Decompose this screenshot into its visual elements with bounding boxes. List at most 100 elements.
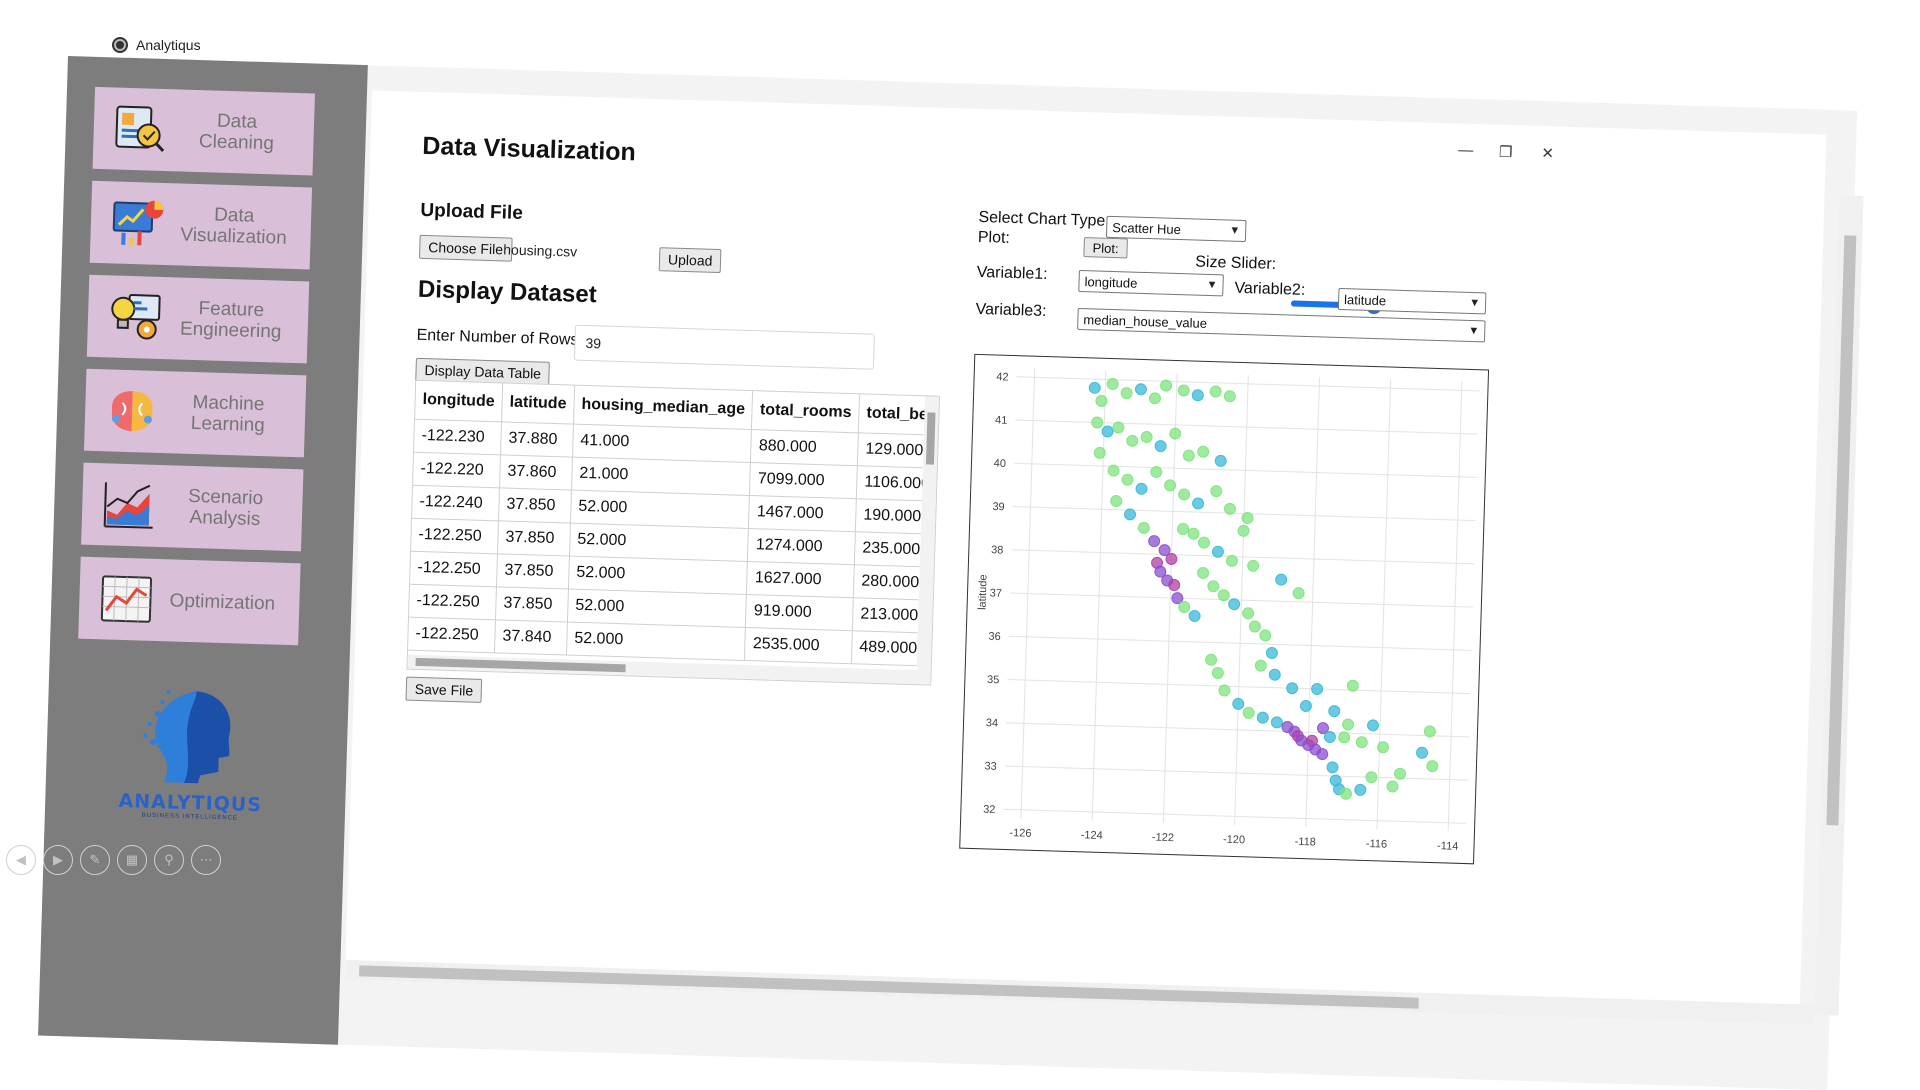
chevron-down-icon: ▼ xyxy=(1469,296,1481,310)
main-vertical-scrollbar[interactable] xyxy=(1814,195,1864,1016)
scatter-point xyxy=(1223,502,1236,515)
variable1-select[interactable]: longitude ▼ xyxy=(1078,269,1224,297)
slides-icon[interactable]: ▦ xyxy=(117,845,147,875)
sidebar-item-scenario-analysis[interactable]: Scenario Analysis xyxy=(81,462,304,552)
data-table-panel: longitude latitude housing_median_age to… xyxy=(406,379,941,686)
y-tick-label: 38 xyxy=(991,544,1004,556)
table-cell: 919.000 xyxy=(745,593,854,631)
scatter-point xyxy=(1177,384,1190,397)
plot-button[interactable]: Plot: xyxy=(1083,237,1128,259)
sidebar-item-feature-engineering[interactable]: Feature Engineering xyxy=(86,274,310,364)
scatter-point xyxy=(1299,699,1312,712)
scatter-point xyxy=(1377,741,1390,754)
sidebar-item-data-cleaning[interactable]: Data Cleaning xyxy=(92,86,315,176)
minimize-icon[interactable]: — xyxy=(1451,141,1482,159)
scatter-point xyxy=(1423,725,1436,738)
scatter-point xyxy=(1088,381,1101,394)
scatter-point xyxy=(1148,535,1161,548)
variable1-label: Variable1: xyxy=(976,263,1048,284)
scatter-point xyxy=(1137,521,1150,534)
table-cell: 41.000 xyxy=(572,423,752,463)
restore-icon[interactable]: ❐ xyxy=(1490,142,1521,161)
sidebar-item-label: Data Visualization xyxy=(180,204,288,249)
scatter-chart-svg: -126 -124 -122 -120 -118 -116 -114 42 41 40 39 38 37… xyxy=(977,368,1480,853)
y-tick-label: 37 xyxy=(990,587,1003,599)
y-tick-label: 39 xyxy=(992,501,1005,513)
sidebar-item-data-visualization[interactable]: Data Visualization xyxy=(89,180,313,270)
scatter-point xyxy=(1259,629,1272,642)
scatter-point xyxy=(1232,697,1245,710)
scatter-point xyxy=(1217,589,1230,602)
table-cell: 37.850 xyxy=(498,487,572,523)
app-window: Data Cleaning Data Visualization Feature… xyxy=(38,56,1864,1090)
x-tick-label: -116 xyxy=(1366,838,1388,851)
scatter-point xyxy=(1242,607,1255,620)
chart-type-value: Scatter Hue xyxy=(1112,219,1182,237)
scatter-point xyxy=(1265,646,1278,659)
scatter-point xyxy=(1191,389,1204,402)
scatter-point xyxy=(1268,668,1281,681)
y-tick-label: 35 xyxy=(987,674,1000,686)
sidebar-item-label: Scenario Analysis xyxy=(187,485,264,531)
scatter-point xyxy=(1256,711,1269,724)
scatter-point xyxy=(1228,598,1241,611)
pen-icon[interactable]: ✎ xyxy=(80,845,110,875)
scatter-point xyxy=(1207,580,1220,593)
previous-icon[interactable]: ◀ xyxy=(6,845,36,875)
sidebar-item-optimization[interactable]: Optimization xyxy=(78,556,301,646)
table-cell: 37.850 xyxy=(497,520,571,556)
table-cell: 1467.000 xyxy=(748,495,857,532)
save-file-button[interactable]: Save File xyxy=(405,676,483,703)
machine-learning-icon xyxy=(102,381,162,441)
scatter-point xyxy=(1148,392,1161,405)
scatter-point xyxy=(1106,378,1119,391)
upload-heading: Upload File xyxy=(420,199,524,224)
close-icon[interactable]: ✕ xyxy=(1532,144,1563,163)
scatter-point xyxy=(1355,736,1368,749)
choose-file-button[interactable]: Choose File xyxy=(418,234,513,262)
scatter-point xyxy=(1367,719,1380,732)
sidebar-item-machine-learning[interactable]: Machine Learning xyxy=(83,368,307,458)
scatter-point xyxy=(1177,523,1190,536)
more-icon[interactable]: ⋯ xyxy=(191,845,221,875)
scatter-point xyxy=(1323,730,1336,743)
app-logo-icon xyxy=(112,37,128,53)
brand-block: ANALYTIQUS BUSINESS INTELLIGENCE xyxy=(105,683,279,823)
sidebar-item-label: Data Cleaning xyxy=(198,110,275,155)
column-header: housing_median_age xyxy=(573,385,754,430)
table-cell: -122.240 xyxy=(412,484,500,521)
main-horizontal-scrollbar[interactable] xyxy=(344,959,1815,1025)
column-header: latitude xyxy=(501,383,575,424)
scatter-point xyxy=(1225,554,1238,567)
y-axis-label: latitude xyxy=(977,574,990,610)
scatter-point xyxy=(1326,761,1339,774)
rows-input[interactable]: 39 xyxy=(573,324,875,370)
scatter-point xyxy=(1135,482,1148,495)
x-tick-label: -126 xyxy=(1009,827,1031,840)
y-tick-label: 40 xyxy=(994,458,1007,470)
table-cell: -122.230 xyxy=(414,418,502,455)
file-name: housing.csv xyxy=(503,241,578,260)
presentation-toolbar: ◀ ▶ ✎ ▦ ⚲ ⋯ xyxy=(6,845,221,875)
scatter-point xyxy=(1241,512,1254,525)
table-cell: 37.860 xyxy=(499,454,573,490)
y-tick-label: 41 xyxy=(995,414,1008,426)
x-tick-label: -122 xyxy=(1152,831,1174,844)
chevron-down-icon: ▼ xyxy=(1468,324,1480,338)
scatter-point xyxy=(1386,780,1399,793)
scatter-point xyxy=(1210,485,1223,498)
sidebar-item-label: Machine Learning xyxy=(190,391,266,437)
x-tick-label: -114 xyxy=(1437,840,1459,853)
size-slider-label: Size Slider: xyxy=(1194,253,1277,273)
y-tick-label: 42 xyxy=(996,371,1009,383)
variable2-value: latitude xyxy=(1343,291,1387,308)
variable2-select[interactable]: latitude ▼ xyxy=(1337,287,1487,315)
upload-button[interactable]: Upload xyxy=(658,247,722,274)
y-tick-label: 32 xyxy=(983,804,996,816)
chevron-down-icon: ▼ xyxy=(1206,278,1218,292)
zoom-icon[interactable]: ⚲ xyxy=(154,845,184,875)
next-icon[interactable]: ▶ xyxy=(43,845,73,875)
table-cell: 2535.000 xyxy=(744,626,853,664)
scatter-point xyxy=(1416,746,1429,759)
scatter-point xyxy=(1165,552,1178,565)
